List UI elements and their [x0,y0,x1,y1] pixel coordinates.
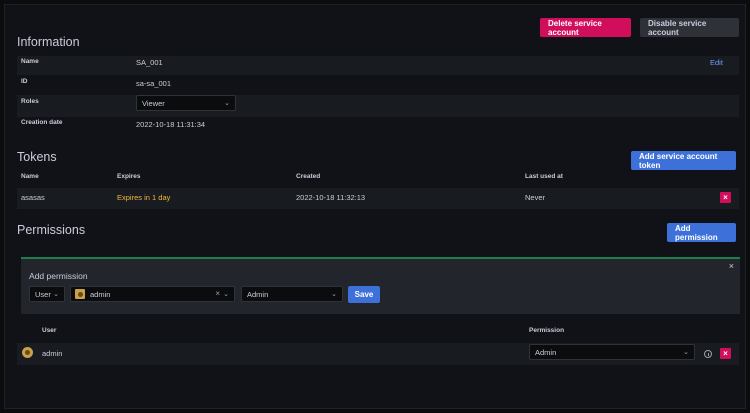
chevron-down-icon: ⌄ [53,291,59,298]
creation-date-value: 2022-10-18 11:31:34 [136,120,206,129]
edit-name-link[interactable]: Edit [710,58,723,67]
information-heading: Information [17,35,80,49]
delete-token-button[interactable]: × [720,192,731,203]
tokens-col-created: Created [296,173,321,180]
delete-service-account-button[interactable]: Delete service account [540,18,631,37]
service-account-page: Delete service account Disable service a… [4,4,746,409]
tokens-col-expires: Expires [117,173,141,180]
token-created: 2022-10-18 11:32:13 [296,193,366,202]
clear-icon[interactable]: × [215,289,220,298]
close-icon: × [723,193,728,202]
permission-type-select[interactable]: User ⌄ [29,286,65,302]
tokens-heading: Tokens [17,150,57,164]
chevron-down-icon: ⌄ [223,291,229,298]
name-label: Name [21,58,39,65]
info-row-name [17,56,739,75]
chevron-down-icon: ⌄ [331,291,337,298]
chevron-down-icon: ⌄ [683,349,689,356]
id-label: ID [21,78,28,85]
tokens-col-name: Name [21,173,39,180]
info-row-roles [17,95,739,117]
add-permission-panel-title: Add permission [29,271,88,281]
permission-type-value: User [35,289,51,299]
token-last-used: Never [525,193,546,202]
add-permission-panel: × Add permission User ⌄ admin × ⌄ Admin … [21,257,740,314]
permissions-col-user: User [42,327,57,334]
roles-select[interactable]: Viewer ⌄ [136,95,236,111]
permissions-col-permission: Permission [529,327,565,334]
close-panel-icon[interactable]: × [729,261,734,271]
remove-permission-button[interactable]: × [720,348,731,359]
roles-label: Roles [21,98,39,105]
id-value: sa-sa_001 [136,79,172,88]
token-name: asasas [21,193,45,202]
chevron-down-icon: ⌄ [224,100,230,107]
name-value: SA_001 [136,58,163,67]
permission-level-select[interactable]: Admin ⌄ [241,286,343,302]
user-picker[interactable]: admin × ⌄ [70,286,235,302]
permission-user: admin [42,349,63,358]
avatar-icon [22,347,33,358]
save-permission-button[interactable]: Save [348,286,380,303]
add-service-account-token-button[interactable]: Add service account token [631,151,736,170]
creation-date-label: Creation date [21,119,63,126]
avatar-icon [75,289,85,299]
info-icon[interactable] [704,350,712,358]
tokens-col-last-used: Last used at [525,173,563,180]
permission-row-value: Admin [535,347,557,357]
permission-row-select[interactable]: Admin ⌄ [529,344,695,360]
token-expires: Expires in 1 day [117,193,171,202]
close-icon: × [723,349,728,358]
roles-select-value: Viewer [142,98,165,108]
permission-level-value: Admin [247,289,269,299]
user-picker-value: admin [90,289,111,299]
disable-service-account-button[interactable]: Disable service account [640,18,739,37]
permissions-heading: Permissions [17,223,86,237]
add-permission-button[interactable]: Add permission [667,223,736,242]
